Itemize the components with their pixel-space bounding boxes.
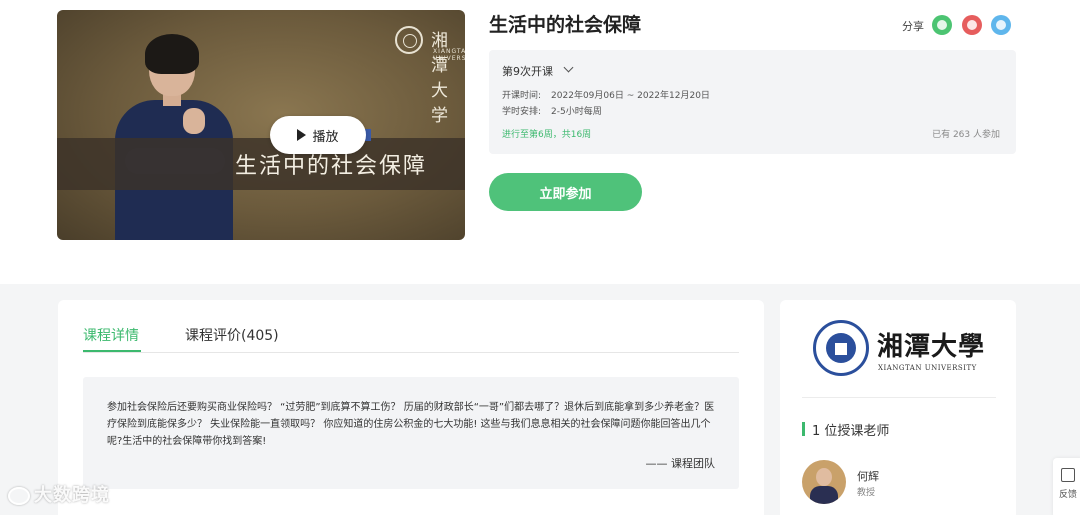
course-time-label: 开课时间:: [502, 91, 542, 101]
active-tab-indicator: [83, 350, 141, 352]
side-divider: [802, 397, 996, 398]
teacher-avatar[interactable]: [802, 460, 846, 504]
course-time-value: 2022年09月06日 ~ 2022年12月20日: [551, 91, 710, 101]
video-logo-subtext: XIANGTAN UNIVERSITY: [433, 48, 465, 62]
weibo-icon[interactable]: [962, 15, 982, 35]
participant-count: 已有 263 人参加: [932, 130, 1000, 140]
watermark-text: 大数跨境: [34, 485, 110, 506]
description-signature: —— 课程团队: [645, 457, 716, 470]
video-player[interactable]: 湘潭大学 XIANGTAN UNIVERSITY 生活中的社会保障 播放: [57, 10, 465, 240]
chevron-down-icon[interactable]: [563, 62, 574, 73]
edit-icon: [1061, 468, 1075, 482]
course-time-row: 开课时间: 2022年09月06日 ~ 2022年12月20日: [502, 88, 710, 101]
tab-course-review[interactable]: 课程评价(405): [185, 325, 279, 345]
video-logo-text: 湘潭大学: [431, 31, 449, 126]
play-icon: [297, 129, 307, 141]
university-subname: XIANGTAN UNIVERSITY: [878, 364, 977, 372]
feedback-button[interactable]: 反馈: [1053, 458, 1080, 515]
university-name[interactable]: 湘潭大學: [877, 326, 985, 363]
teacher-name[interactable]: 何辉: [857, 468, 879, 484]
watermark-logo-icon: [8, 487, 30, 505]
play-label: 播放: [312, 129, 339, 145]
schedule-label: 学时安排:: [502, 107, 542, 117]
tab-course-detail[interactable]: 课程详情: [83, 325, 139, 345]
watermark: 大数跨境: [8, 481, 110, 507]
course-description: 参加社会保险后还要购买商业保险吗？ “过劳肥”到底算不算工伤？ 历届的财政部长“…: [107, 402, 715, 447]
university-logo-icon[interactable]: [813, 320, 869, 376]
play-button[interactable]: 播放: [270, 116, 366, 154]
feedback-label: 反馈: [1059, 490, 1078, 500]
course-info-panel: 第9次开课 开课时间: 2022年09月06日 ~ 2022年12月20日 学时安…: [489, 50, 1016, 154]
university-seal-icon: [395, 26, 423, 54]
qq-icon[interactable]: [991, 15, 1011, 35]
teacher-role: 教授: [857, 488, 876, 498]
course-detail-card: 课程详情 课程评价(405) 参加社会保险后还要购买商业保险吗？ “过劳肥”到底…: [58, 300, 764, 515]
schedule-value: 2-5小时每周: [551, 107, 602, 117]
teacher-heading-marker: [802, 422, 805, 436]
session-selector[interactable]: 第9次开课: [502, 63, 553, 79]
teacher-heading: 1 位授课老师: [812, 424, 890, 439]
join-button[interactable]: 立即参加: [489, 173, 642, 211]
share-label: 分享: [902, 20, 924, 33]
schedule-row: 学时安排: 2-5小时每周: [502, 104, 602, 117]
wechat-icon[interactable]: [932, 15, 952, 35]
university-card: 湘潭大學 XIANGTAN UNIVERSITY 1 位授课老师 何辉 教授: [780, 300, 1016, 515]
description-box: 参加社会保险后还要购买商业保险吗？ “过劳肥”到底算不算工伤？ 历届的财政部长“…: [83, 377, 739, 489]
progress-text: 进行至第6周，共16周: [502, 130, 592, 140]
course-title: 生活中的社会保障: [489, 14, 642, 36]
tab-divider: [83, 352, 739, 353]
